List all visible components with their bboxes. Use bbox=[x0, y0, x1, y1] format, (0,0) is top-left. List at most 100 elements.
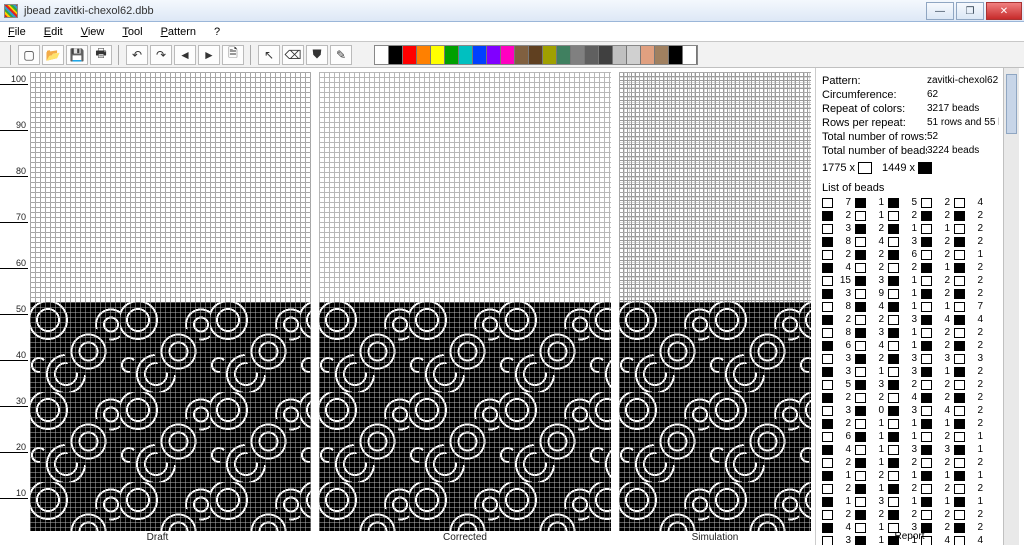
palette-swatch[interactable] bbox=[557, 46, 571, 64]
palette-swatch[interactable] bbox=[515, 46, 529, 64]
bead-count: 4 bbox=[967, 196, 983, 209]
minimize-button[interactable]: — bbox=[926, 2, 954, 20]
palette-swatch[interactable] bbox=[375, 46, 389, 64]
bead-item: 2 bbox=[888, 508, 917, 521]
bead-count: 3 bbox=[835, 222, 851, 235]
simulation-canvas[interactable] bbox=[615, 68, 815, 531]
bead-item: 2 bbox=[855, 352, 884, 365]
bead-item: 4 bbox=[855, 300, 884, 313]
palette-swatch[interactable] bbox=[473, 46, 487, 64]
white-swatch-icon bbox=[921, 432, 932, 442]
white-swatch-icon bbox=[822, 484, 833, 494]
bead-count: 1 bbox=[835, 495, 851, 508]
bead-item: 2 bbox=[921, 391, 950, 404]
bead-count: 2 bbox=[868, 248, 884, 261]
close-button[interactable]: ✕ bbox=[986, 2, 1022, 20]
redo-button[interactable]: ↷ bbox=[150, 45, 172, 65]
pipette-tool-button[interactable]: ✎ bbox=[330, 45, 352, 65]
bead-item: 3 bbox=[888, 404, 917, 417]
scrollbar-thumb[interactable] bbox=[1006, 74, 1017, 134]
rotate-right-button[interactable]: ► bbox=[198, 45, 220, 65]
bead-count: 2 bbox=[901, 456, 917, 469]
bead-count: 2 bbox=[901, 482, 917, 495]
palette-swatch[interactable] bbox=[571, 46, 585, 64]
menu-pattern[interactable]: Pattern bbox=[157, 26, 200, 38]
palette-swatch[interactable] bbox=[613, 46, 627, 64]
bead-count: 1 bbox=[934, 417, 950, 430]
palette-swatch[interactable] bbox=[529, 46, 543, 64]
bead-count: 7 bbox=[835, 196, 851, 209]
white-swatch-icon bbox=[855, 445, 866, 455]
palette-swatch[interactable] bbox=[501, 46, 515, 64]
undo-button[interactable]: ↶ bbox=[126, 45, 148, 65]
white-swatch-icon bbox=[822, 380, 833, 390]
menu-tool[interactable]: Tool bbox=[118, 26, 146, 38]
black-swatch-icon bbox=[921, 419, 932, 429]
palette-swatch[interactable] bbox=[445, 46, 459, 64]
select-tool-button[interactable]: ↖ bbox=[258, 45, 280, 65]
open-button[interactable]: 📂 bbox=[42, 45, 64, 65]
black-swatch-icon bbox=[888, 432, 899, 442]
palette-swatch[interactable] bbox=[627, 46, 641, 64]
menu-edit[interactable]: Edit bbox=[40, 26, 67, 38]
palette-swatch[interactable] bbox=[487, 46, 501, 64]
pattern-name-label: Pattern: bbox=[822, 74, 927, 88]
menu-file[interactable]: File bbox=[4, 26, 30, 38]
black-swatch-icon bbox=[888, 484, 899, 494]
white-swatch-icon bbox=[822, 224, 833, 234]
bead-item: 3 bbox=[855, 274, 884, 287]
black-swatch-icon bbox=[954, 211, 965, 221]
palette-swatch[interactable] bbox=[585, 46, 599, 64]
bead-item: 1 bbox=[954, 469, 983, 482]
bead-item: 1 bbox=[888, 339, 917, 352]
bead-count: 2 bbox=[835, 482, 851, 495]
bead-item: 5 bbox=[822, 378, 851, 391]
corrected-canvas[interactable] bbox=[315, 68, 615, 531]
bead-item: 8 bbox=[822, 235, 851, 248]
vertical-scrollbar[interactable] bbox=[1003, 68, 1019, 545]
bead-count: 2 bbox=[901, 261, 917, 274]
bead-count: 3 bbox=[901, 365, 917, 378]
bead-count: 2 bbox=[967, 508, 983, 521]
palette-swatch[interactable] bbox=[655, 46, 669, 64]
white-swatch-icon bbox=[954, 224, 965, 234]
white-swatch-icon bbox=[954, 406, 965, 416]
bead-count: 1 bbox=[868, 209, 884, 222]
bead-item: 3 bbox=[888, 365, 917, 378]
palette-swatch[interactable] bbox=[641, 46, 655, 64]
copy-button[interactable]: 🗎 bbox=[222, 45, 244, 65]
palette-swatch[interactable] bbox=[417, 46, 431, 64]
black-swatch-icon bbox=[921, 341, 932, 351]
new-button[interactable]: ▢ bbox=[18, 45, 40, 65]
rotate-left-button[interactable]: ◄ bbox=[174, 45, 196, 65]
bead-count: 2 bbox=[934, 339, 950, 352]
bead-count: 3 bbox=[901, 313, 917, 326]
bead-count: 2 bbox=[868, 391, 884, 404]
menu-help[interactable]: ? bbox=[210, 26, 224, 38]
palette-swatch[interactable] bbox=[543, 46, 557, 64]
palette-swatch[interactable] bbox=[599, 46, 613, 64]
palette-swatch[interactable] bbox=[389, 46, 403, 64]
bead-count: 1 bbox=[934, 261, 950, 274]
bead-count: 2 bbox=[934, 196, 950, 209]
maximize-button[interactable]: ❐ bbox=[956, 2, 984, 20]
palette-swatch[interactable] bbox=[403, 46, 417, 64]
draft-canvas[interactable]: 100908070605040302010 bbox=[0, 68, 315, 531]
palette-swatch[interactable] bbox=[669, 46, 683, 64]
black-swatch-icon bbox=[855, 328, 866, 338]
palette-swatch[interactable] bbox=[683, 46, 697, 64]
fill-tool-button[interactable]: ⛊ bbox=[306, 45, 328, 65]
bead-item: 4 bbox=[888, 391, 917, 404]
print-button[interactable]: 🖶 bbox=[90, 45, 112, 65]
pencil-tool-button[interactable]: ⌫ bbox=[282, 45, 304, 65]
save-button[interactable]: 💾 bbox=[66, 45, 88, 65]
bead-item: 3 bbox=[822, 287, 851, 300]
ruler-tick: 60 bbox=[0, 258, 28, 269]
palette-swatch[interactable] bbox=[431, 46, 445, 64]
bead-count: 1 bbox=[934, 469, 950, 482]
bead-item: 2 bbox=[888, 261, 917, 274]
palette-swatch[interactable] bbox=[459, 46, 473, 64]
bead-item: 2 bbox=[954, 326, 983, 339]
bead-count: 2 bbox=[934, 430, 950, 443]
menu-view[interactable]: View bbox=[77, 26, 109, 38]
